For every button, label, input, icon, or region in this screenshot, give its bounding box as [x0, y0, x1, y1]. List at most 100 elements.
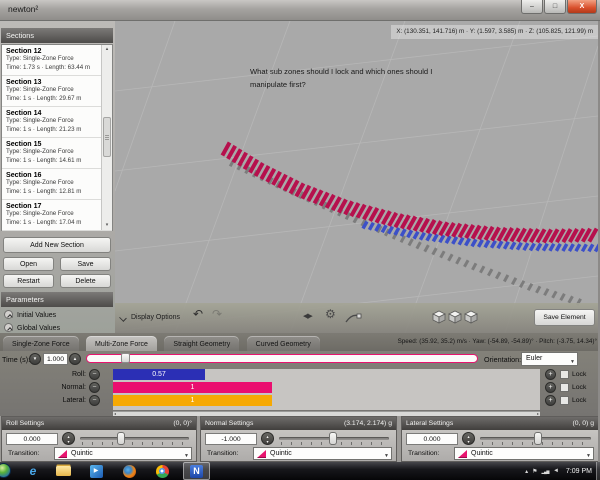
lateral-spinner[interactable]: ▲▼	[462, 432, 475, 445]
note-line1: What sub zones should I lock and which o…	[250, 67, 432, 76]
roll-force-bar[interactable]: 0.57	[113, 369, 205, 380]
normal-settings-title: Normal Settings	[205, 417, 253, 430]
lateral-add-button[interactable]: +	[545, 395, 556, 406]
restart-button[interactable]: Restart	[3, 274, 54, 288]
section-item[interactable]: Section 16 Type: Single-Zone Force Time:…	[2, 169, 112, 200]
global-values-item[interactable]: Global Values	[4, 322, 112, 335]
lateral-remove-button[interactable]: –	[89, 395, 100, 406]
track-ties	[222, 143, 596, 243]
undo-icon[interactable]: ↶	[193, 307, 203, 321]
lateral-slider[interactable]	[480, 434, 591, 446]
taskbar-media-player-button[interactable]: ▶	[85, 463, 107, 479]
normal-spinner[interactable]: ▲▼	[261, 432, 274, 445]
add-new-section-button[interactable]: Add New Section	[3, 237, 111, 253]
minimize-button[interactable]: –	[521, 0, 543, 14]
section-item[interactable]: Section 17 Type: Single-Zone Force Time:…	[2, 200, 112, 231]
timeline-slider[interactable]	[86, 354, 478, 363]
open-button[interactable]: Open	[3, 257, 54, 271]
roll-remove-button[interactable]: –	[89, 369, 100, 380]
lateral-slider-thumb[interactable]	[534, 432, 542, 445]
taskbar-chrome-button[interactable]	[151, 463, 173, 479]
taskbar-explorer-button[interactable]	[52, 463, 74, 479]
lateral-force-bar[interactable]: 1	[113, 395, 272, 406]
normal-transition-value: Quintic	[270, 450, 292, 457]
gear-icon[interactable]: ⚙	[325, 307, 336, 321]
normal-slider-thumb[interactable]	[329, 432, 337, 445]
network-icon[interactable]: ▂▄▆	[541, 469, 549, 474]
time-increase-button[interactable]: ▲	[69, 353, 81, 365]
action-center-flag-icon[interactable]: ⚑	[532, 468, 537, 475]
maximize-button[interactable]: □	[544, 0, 566, 14]
scroll-up-icon[interactable]: ▴	[102, 45, 112, 54]
spin-up-icon: ▲	[67, 435, 71, 439]
normal-settings-range: (3.174, 2.174) g	[344, 417, 392, 430]
taskbar-newton-button[interactable]: N	[183, 462, 210, 480]
tray-expand-icon[interactable]: ▴	[525, 468, 528, 475]
section-info: Time: 1 s · Length: 12.81 m	[6, 188, 108, 197]
pan-arrows-icon[interactable]: ◀▶	[303, 312, 312, 320]
normal-lock-checkbox[interactable]	[560, 383, 569, 392]
section-info: Time: 1 s · Length: 17.04 m	[6, 219, 108, 228]
viewport-3d[interactable]: X: (130.351, 141.716) m · Y: (1.597, 3.5…	[115, 21, 598, 333]
start-button[interactable]	[0, 463, 11, 479]
initial-values-item[interactable]: Initial Values	[4, 309, 112, 322]
roll-spinner[interactable]: ▲▼	[62, 432, 75, 445]
volume-icon[interactable]: ◄	[553, 468, 559, 474]
save-button[interactable]: Save	[60, 257, 111, 271]
quintic-curve-icon	[257, 450, 266, 458]
global-values-label: Global Values	[17, 325, 60, 332]
show-desktop-button[interactable]	[596, 462, 600, 480]
section-type: Type: Single-Zone Force	[6, 55, 108, 64]
roll-slider-thumb[interactable]	[117, 432, 125, 445]
scroll-down-icon[interactable]: ▾	[102, 221, 112, 230]
quintic-curve-icon	[458, 450, 467, 458]
lateral-label: Lateral:	[30, 395, 86, 406]
sections-scrollbar[interactable]: ▴ ▾	[101, 45, 112, 230]
roll-add-button[interactable]: +	[545, 369, 556, 380]
scrollbar-thumb[interactable]	[103, 117, 111, 157]
normal-value-input[interactable]: -1.000	[205, 433, 257, 445]
curve-node-icon[interactable]	[345, 311, 362, 329]
chevron-down-icon	[119, 314, 127, 322]
time-input[interactable]: 1.000	[43, 353, 68, 365]
viewport-coordinates: X: (130.351, 141.716) m · Y: (1.597, 3.5…	[391, 25, 598, 39]
titlebar[interactable]: newton²	[0, 0, 600, 21]
taskbar-clock[interactable]: 7:09 PM	[566, 468, 592, 475]
dropdown-caret-icon: ▼	[586, 451, 591, 462]
spin-down-icon: ▼	[67, 440, 71, 444]
windows-orb-icon	[0, 463, 11, 478]
normal-transition-label: Transition:	[207, 447, 238, 461]
section-item[interactable]: Section 15 Type: Single-Zone Force Time:…	[2, 138, 112, 169]
lateral-transition-select[interactable]: Quintic ▼	[454, 447, 594, 460]
cube-icon[interactable]	[464, 310, 478, 324]
normal-add-button[interactable]: +	[545, 382, 556, 393]
normal-remove-button[interactable]: –	[89, 382, 100, 393]
section-item[interactable]: Section 12 Type: Single-Zone Force Time:…	[2, 45, 112, 76]
normal-slider[interactable]	[279, 434, 389, 446]
normal-transition-select[interactable]: Quintic ▼	[253, 447, 392, 460]
section-item[interactable]: Section 14 Type: Single-Zone Force Time:…	[2, 107, 112, 138]
taskbar-ie-button[interactable]: e	[22, 463, 44, 479]
time-decrease-button[interactable]: ▼	[29, 353, 41, 365]
timeline-slider-thumb[interactable]	[121, 353, 130, 363]
viewport-note: What sub zones should I lock and which o…	[250, 65, 432, 91]
roll-transition-select[interactable]: Quintic ▼	[54, 447, 192, 460]
roll-lock-checkbox[interactable]	[560, 370, 569, 379]
save-element-button[interactable]: Save Element	[534, 309, 595, 326]
roll-slider[interactable]	[80, 434, 189, 446]
lateral-lock-checkbox[interactable]	[560, 396, 569, 405]
roll-value-input[interactable]: 0.000	[6, 433, 58, 445]
redo-icon[interactable]: ↷	[212, 307, 222, 321]
normal-force-bar[interactable]: 1	[113, 382, 272, 393]
section-type: Type: Single-Zone Force	[6, 86, 108, 95]
close-button[interactable]: X	[567, 0, 597, 14]
lateral-value-input[interactable]: 0.000	[406, 433, 458, 445]
display-options-button[interactable]: Display Options	[131, 303, 180, 332]
delete-button[interactable]: Delete	[60, 274, 111, 288]
section-item[interactable]: Section 13 Type: Single-Zone Force Time:…	[2, 76, 112, 107]
cube-icon[interactable]	[448, 310, 462, 324]
taskbar-firefox-button[interactable]	[118, 463, 140, 479]
cube-icon[interactable]	[432, 310, 446, 324]
orientation-select[interactable]: Euler ▼	[521, 352, 578, 366]
force-controls: Time (s): ▼ 1.000 ▲ Orientation: Euler ▼…	[0, 351, 600, 416]
